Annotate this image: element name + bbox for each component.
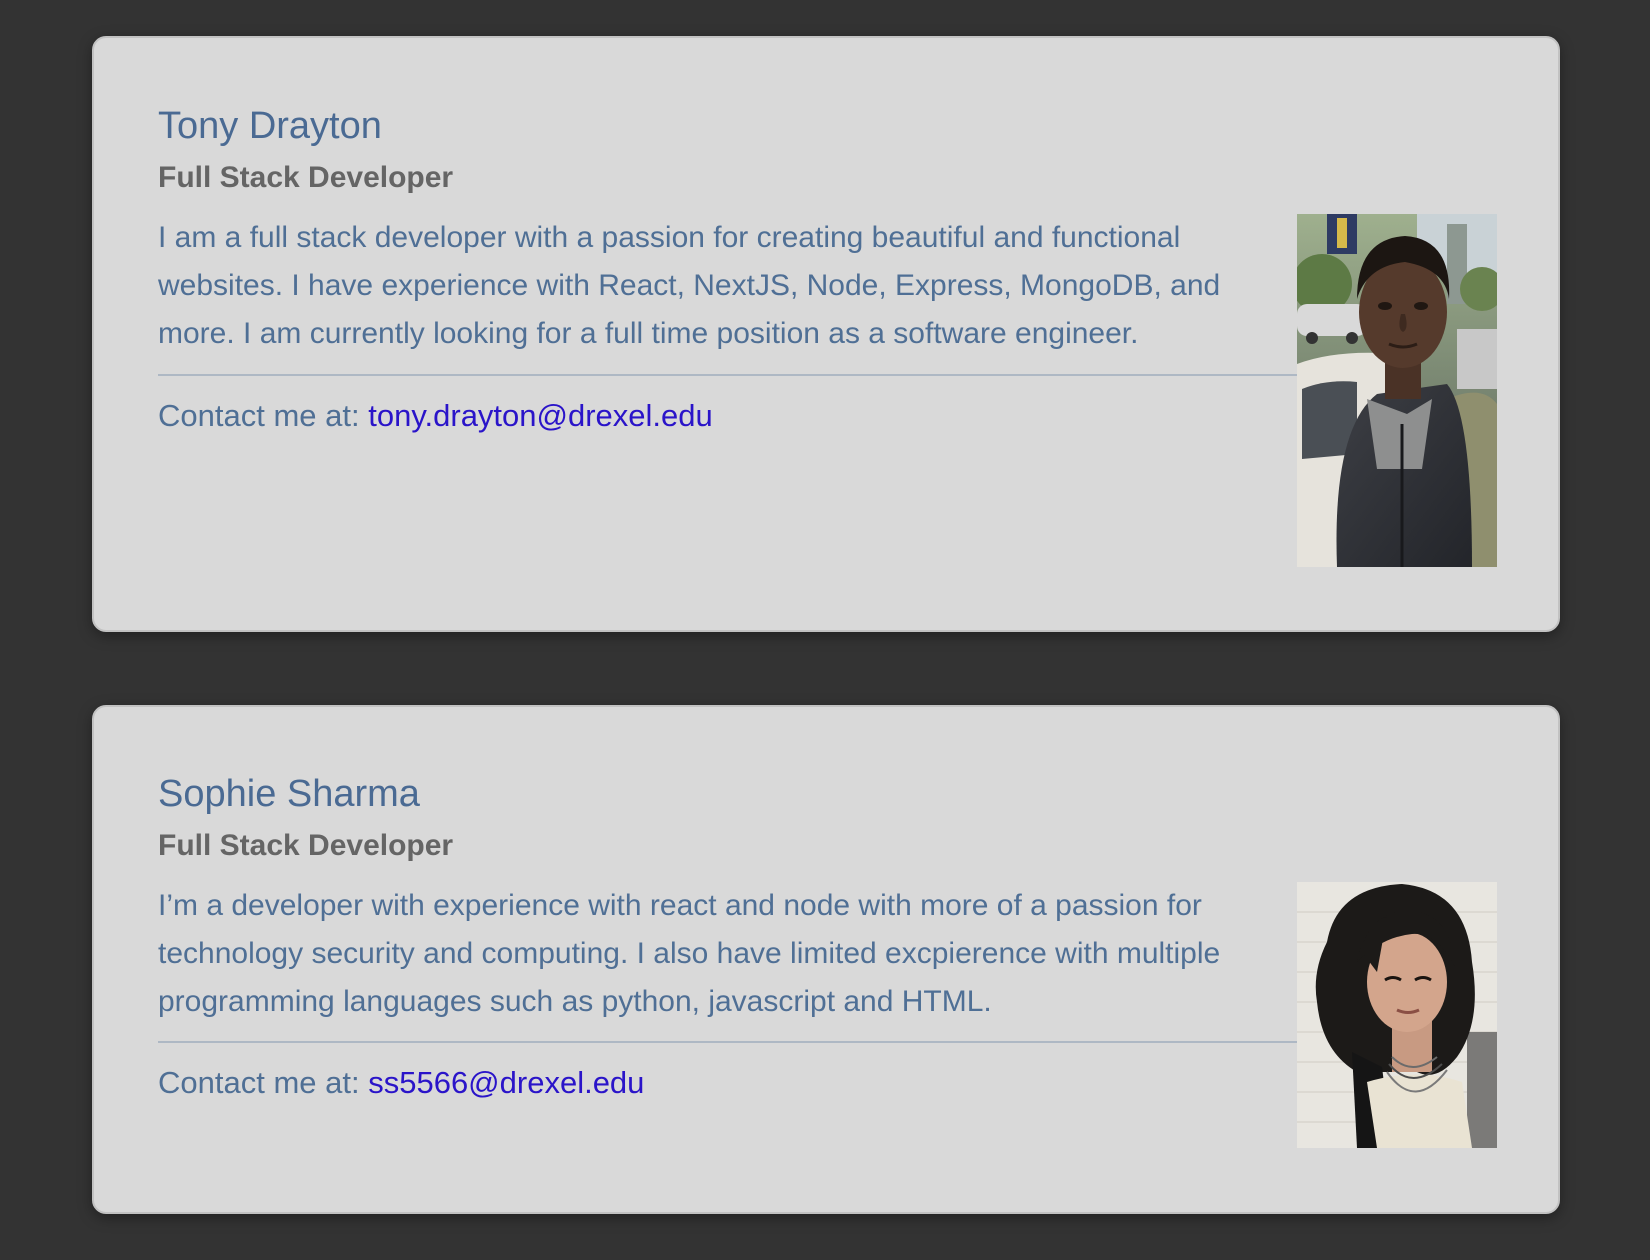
member-name: Sophie Sharma: [158, 773, 420, 815]
profile-photo: [1297, 882, 1497, 1148]
profile-card-tony: Tony Drayton Full Stack Developer I am a…: [92, 36, 1560, 632]
member-role: Full Stack Developer: [158, 829, 454, 862]
member-name: Tony Drayton: [158, 105, 382, 147]
member-bio: I’m a developer with experience with rea…: [158, 889, 1221, 1018]
email-link[interactable]: tony.drayton@drexel.edu: [368, 398, 713, 433]
contact-line: Contact me at: tony.drayton@drexel.edu: [158, 398, 713, 434]
divider: [158, 1041, 1297, 1043]
email-link[interactable]: ss5566@drexel.edu: [368, 1065, 644, 1100]
profile-photo: [1297, 214, 1497, 567]
member-bio: I am a full stack developer with a passi…: [158, 221, 1221, 350]
contact-label: Contact me at:: [158, 398, 369, 433]
divider: [158, 374, 1297, 376]
member-role: Full Stack Developer: [158, 161, 454, 194]
profile-card-sophie: Sophie Sharma Full Stack Developer I’m a…: [92, 705, 1560, 1214]
contact-label: Contact me at:: [158, 1065, 369, 1100]
contact-line: Contact me at: ss5566@drexel.edu: [158, 1065, 644, 1101]
